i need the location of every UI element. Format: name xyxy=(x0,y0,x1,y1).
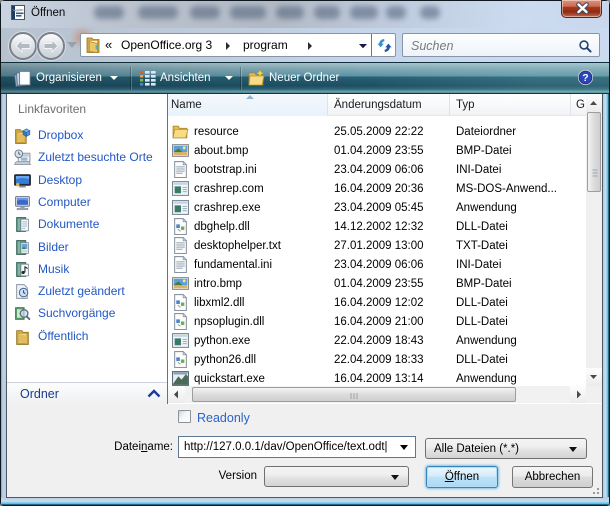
svg-text:?: ? xyxy=(582,72,588,84)
